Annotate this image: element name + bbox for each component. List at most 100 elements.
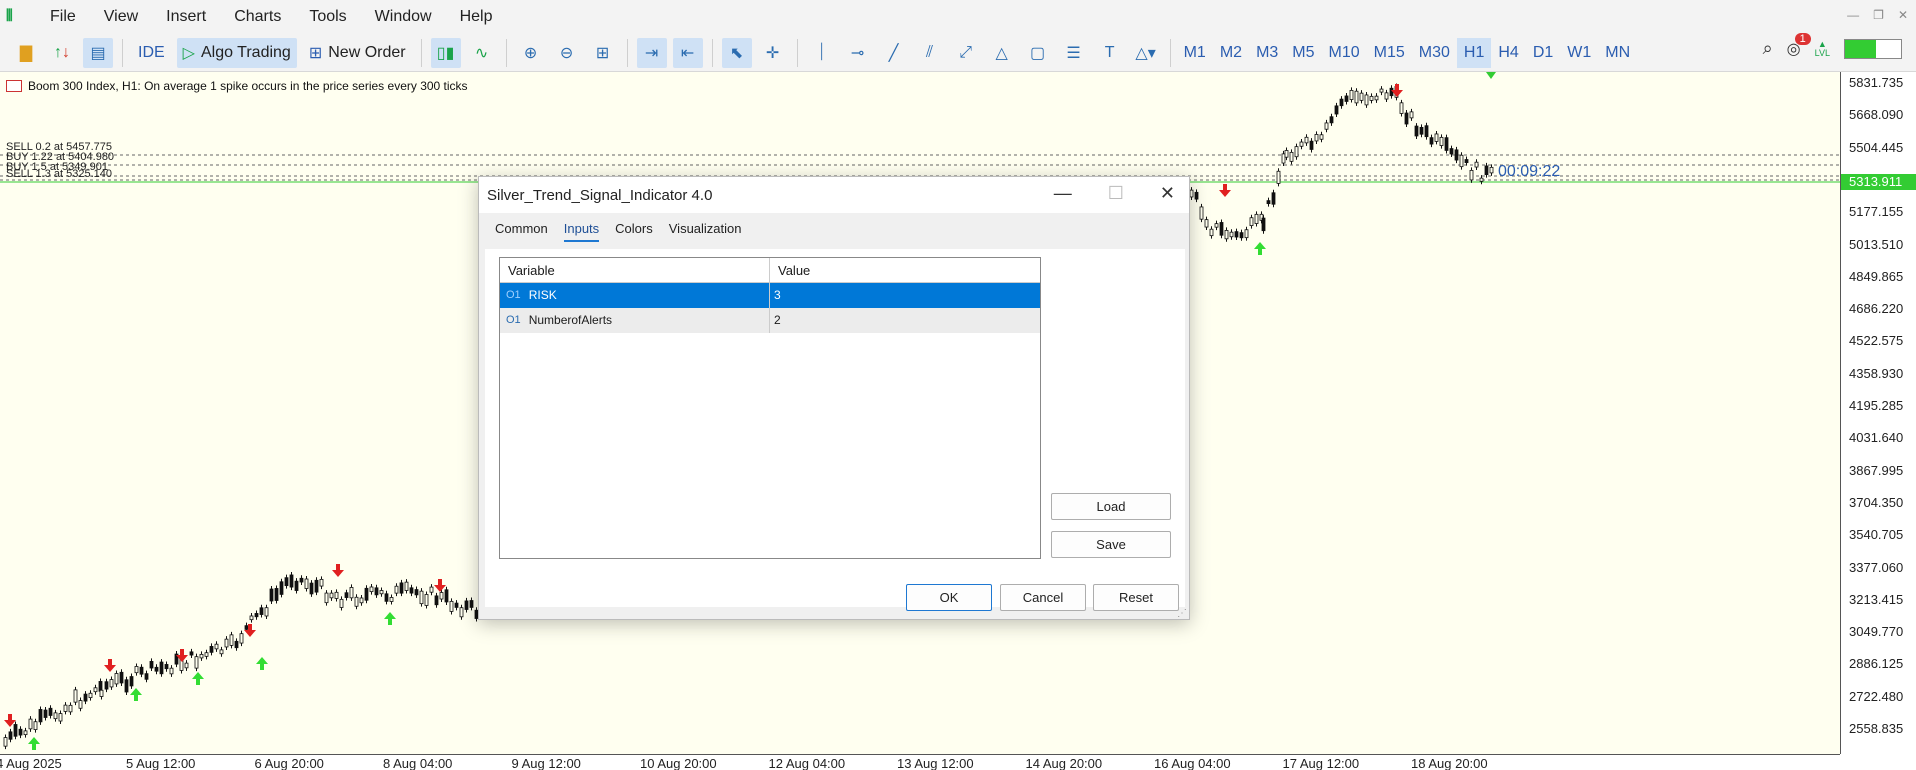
- timeframe-h4[interactable]: H4: [1491, 38, 1525, 68]
- menu-help[interactable]: Help: [446, 0, 507, 34]
- tab-colors[interactable]: Colors: [615, 221, 653, 242]
- zoom-out-icon[interactable]: ⊖: [552, 38, 582, 68]
- zoom-in-icon[interactable]: ⊕: [516, 38, 546, 68]
- timeframe-m10[interactable]: M10: [1322, 38, 1367, 68]
- minimize-icon[interactable]: —: [1054, 183, 1072, 204]
- load-button[interactable]: Load: [1051, 493, 1171, 520]
- timeframe-w1[interactable]: W1: [1560, 38, 1598, 68]
- candle-body: [1419, 126, 1424, 135]
- order-level-label[interactable]: SELL 1.3 at 5325.140: [6, 168, 112, 180]
- close-icon[interactable]: ✕: [1160, 183, 1175, 204]
- chart-shift-icon[interactable]: ⇤: [672, 37, 703, 68]
- timeframe-m3[interactable]: M3: [1249, 38, 1285, 68]
- chart-symbol-icon: [6, 80, 22, 92]
- candle-body: [219, 649, 224, 655]
- line-chart-icon[interactable]: ∿: [467, 38, 497, 68]
- candle-body: [1294, 146, 1299, 158]
- timeframe-m2[interactable]: M2: [1213, 38, 1249, 68]
- candle-body: [1224, 229, 1229, 240]
- ok-button[interactable]: OK: [906, 584, 992, 611]
- close-icon[interactable]: ✕: [1898, 8, 1908, 22]
- menu-tools[interactable]: Tools: [295, 0, 360, 34]
- timeframe-m1[interactable]: M1: [1177, 38, 1213, 68]
- table-row[interactable]: O1 RISK 3: [500, 283, 1040, 308]
- text-icon[interactable]: T: [1095, 38, 1125, 68]
- rectangle-icon[interactable]: ▢: [1023, 38, 1053, 68]
- candle-body: [1484, 165, 1489, 175]
- reset-button[interactable]: Reset: [1093, 584, 1179, 611]
- candle-body: [404, 581, 409, 591]
- candle-body: [1239, 232, 1244, 239]
- candle-body: [1334, 105, 1339, 115]
- candle-body: [224, 638, 229, 648]
- inputs-grid[interactable]: Variable Value O1 RISK 3 O1 NumberofAler…: [499, 257, 1041, 559]
- new-order-button[interactable]: ⊞ New Order: [303, 38, 412, 68]
- open-folder-icon[interactable]: ▇: [11, 38, 41, 68]
- timeframe-d1[interactable]: D1: [1526, 38, 1560, 68]
- column-variable[interactable]: Variable: [500, 258, 770, 282]
- candlesticks-icon[interactable]: ▯▮: [430, 37, 461, 68]
- save-button[interactable]: Save: [1051, 531, 1171, 558]
- candle-body: [209, 645, 214, 653]
- table-row[interactable]: O1 NumberofAlerts 2: [500, 308, 1040, 333]
- menu-file[interactable]: File: [36, 0, 90, 34]
- timeframe-m15[interactable]: M15: [1367, 38, 1412, 68]
- menu-window[interactable]: Window: [361, 0, 446, 34]
- tab-inputs[interactable]: Inputs: [563, 221, 600, 242]
- horizontal-line-icon[interactable]: ⊸: [843, 38, 873, 68]
- market-arrows-icon[interactable]: ↑ ↓: [47, 38, 77, 68]
- menu-view[interactable]: View: [90, 0, 152, 34]
- ide-button[interactable]: IDE: [132, 38, 171, 68]
- column-value[interactable]: Value: [770, 258, 810, 282]
- market-watch-icon[interactable]: ▤: [83, 37, 113, 68]
- timeframe-m30[interactable]: M30: [1412, 38, 1457, 68]
- signal-level-icon[interactable]: ▲ LVL: [1815, 39, 1830, 58]
- candle-body: [8, 731, 13, 740]
- chart-shift-marker: [1486, 72, 1496, 79]
- value-cell[interactable]: 3: [770, 283, 781, 308]
- tile-windows-icon[interactable]: ⊞: [588, 38, 618, 68]
- fib-levels-icon[interactable]: ☰: [1059, 38, 1089, 68]
- tab-visualization[interactable]: Visualization: [669, 221, 742, 242]
- candle-body: [399, 582, 404, 594]
- value-cell[interactable]: 2: [770, 308, 781, 333]
- cursor-icon[interactable]: ⬉: [721, 37, 752, 68]
- candle-body: [454, 602, 459, 608]
- candle-body: [1429, 137, 1434, 145]
- menu-insert[interactable]: Insert: [152, 0, 220, 34]
- timeframe-mn[interactable]: MN: [1598, 38, 1637, 68]
- candle-body: [284, 577, 289, 587]
- candle-body: [1299, 141, 1304, 147]
- shapes-icon[interactable]: △▾: [1131, 38, 1161, 68]
- candle-body: [329, 592, 334, 599]
- candle-body: [274, 588, 279, 601]
- menu-charts[interactable]: Charts: [220, 0, 295, 34]
- candle-body: [1359, 92, 1364, 101]
- timeframe-m5[interactable]: M5: [1285, 38, 1321, 68]
- price-axis[interactable]: 5831.7355668.0905504.4455340.8005177.155…: [1840, 72, 1916, 754]
- candle-body: [419, 590, 424, 605]
- triangle-icon[interactable]: △: [987, 38, 1017, 68]
- fibonacci-icon[interactable]: ⤢: [951, 38, 981, 68]
- algo-trading-button[interactable]: ▷ Algo Trading: [176, 37, 297, 68]
- minimize-icon[interactable]: —: [1847, 8, 1859, 22]
- trendline-icon[interactable]: ╱: [879, 38, 909, 68]
- auto-scroll-icon[interactable]: ⇥: [636, 37, 667, 68]
- candle-body: [1459, 154, 1464, 168]
- vertical-line-icon[interactable]: ⏐: [807, 38, 837, 68]
- restore-icon[interactable]: ❐: [1873, 8, 1884, 22]
- candle-body: [1424, 125, 1429, 138]
- candle-body: [1284, 150, 1289, 158]
- maximize-icon: ☐: [1107, 183, 1124, 203]
- cancel-button[interactable]: Cancel: [1000, 584, 1086, 611]
- notifications-icon[interactable]: ◎ 1: [1787, 32, 1811, 59]
- crosshair-icon[interactable]: ✛: [758, 38, 788, 68]
- search-icon[interactable]: ⌕: [1763, 38, 1773, 59]
- channel-icon[interactable]: ⫽: [915, 38, 945, 68]
- tab-common[interactable]: Common: [495, 221, 548, 242]
- indicator-properties-dialog: Silver_Trend_Signal_Indicator 4.0 — ☐ ✕ …: [478, 176, 1190, 620]
- resize-grip-icon[interactable]: ⋰: [1177, 608, 1187, 619]
- time-axis[interactable]: 4 Aug 2025 5 Aug 12:00 6 Aug 20:00 8 Aug 04…: [0, 754, 1840, 770]
- time-tick-label: 16 Aug 04:00: [1154, 756, 1231, 770]
- timeframe-h1[interactable]: H1: [1456, 37, 1492, 68]
